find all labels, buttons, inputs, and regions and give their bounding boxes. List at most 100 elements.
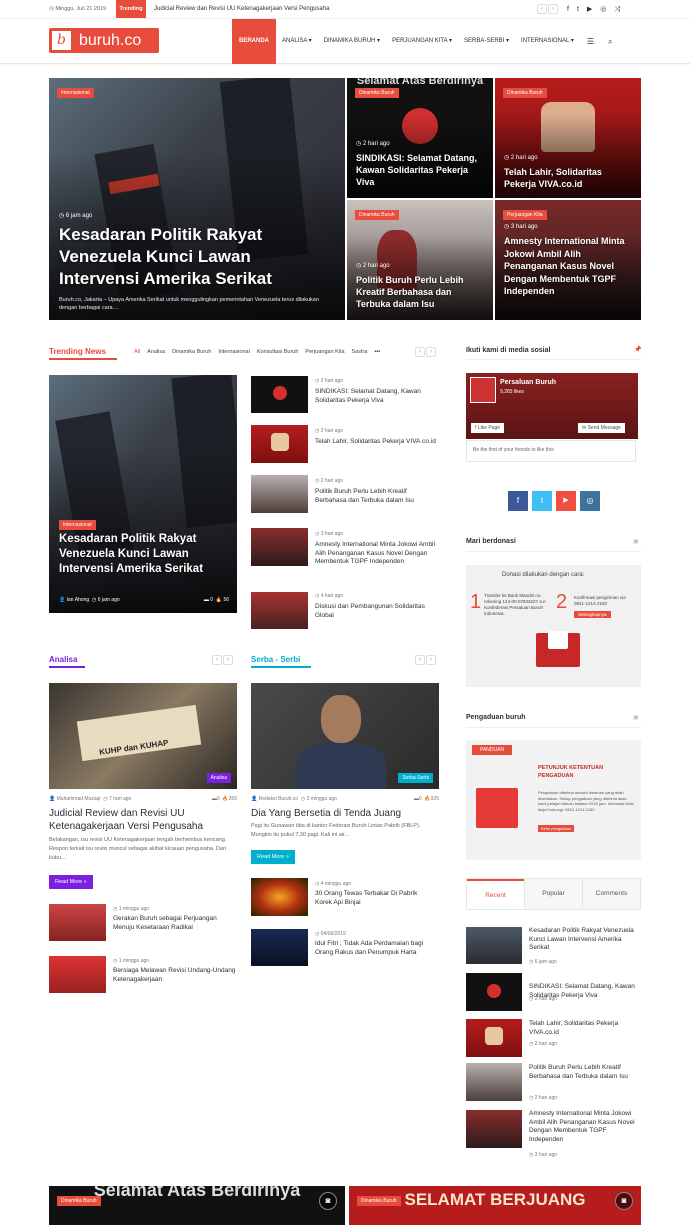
author-name[interactable]: Muhammad Muzaqi	[57, 796, 101, 802]
camera-icon[interactable]: ◙	[319, 1192, 337, 1210]
youtube-icon[interactable]: ▶	[587, 6, 600, 13]
list-thumbnail[interactable]	[466, 1110, 522, 1148]
article-title[interactable]: Politik Buruh Perlu Lebih Kreatif Berbah…	[315, 488, 437, 505]
category-badge[interactable]: Serba-Serbi	[398, 773, 433, 783]
chevron-right-icon[interactable]: ›	[548, 4, 558, 14]
facebook-icon[interactable]: f	[508, 491, 528, 511]
nav-dinamika-buruh[interactable]: DINAMIKA BURUH ▾	[318, 19, 386, 64]
chevron-right-icon[interactable]: ›	[426, 347, 436, 357]
list-thumbnail[interactable]	[251, 475, 308, 513]
nav-analisa[interactable]: ANALISA ▾	[276, 19, 318, 64]
random-icon[interactable]: ⤨	[614, 6, 628, 13]
category-badge[interactable]: Internasional	[59, 520, 96, 530]
list-thumbnail[interactable]	[49, 956, 106, 993]
read-more-button[interactable]: Read More »	[251, 850, 295, 864]
facebook-page-widget[interactable]: Persaluan Buruh 9,283 likes f Like Page …	[466, 373, 638, 439]
chevron-left-icon[interactable]: ‹	[415, 655, 425, 665]
list-thumbnail[interactable]	[49, 904, 106, 941]
tab-dinamika-buruh[interactable]: Dinamika Buruh	[172, 349, 211, 355]
list-thumbnail[interactable]	[251, 878, 308, 916]
list-thumbnail[interactable]	[466, 1063, 522, 1101]
list-thumbnail[interactable]	[251, 592, 308, 629]
author-name[interactable]: Redaksi Buruh.co	[259, 796, 298, 802]
search-icon[interactable]: ⌕	[601, 19, 619, 64]
hero-tile-1[interactable]: Selamat Atas Berdirinya Dinamika Buruh ◷…	[347, 78, 493, 198]
chevron-right-icon[interactable]: ›	[426, 655, 436, 665]
twitter-icon[interactable]: t	[532, 491, 552, 511]
article-title[interactable]: Kesadaran Politik Rakyat Venezuela Kunci…	[59, 224, 329, 290]
article-title[interactable]: Kesadaran Politik Rakyat Venezuela Kunci…	[59, 532, 234, 577]
article-title[interactable]: Gerakan Buruh sebagai Perjuangan Menuju …	[113, 915, 233, 932]
article-title[interactable]: Telah Lahir, Solidaritas Pekerja VIVA.co…	[529, 1020, 641, 1037]
article-title[interactable]: 30 Orang Tewas Terbakar Di Pabrik Korek …	[315, 890, 435, 907]
tab-perjuangan-kita[interactable]: Perjuangan Kita	[305, 349, 344, 355]
article-title[interactable]: Politik Buruh Perlu Lebih Kreatif Berbah…	[529, 1064, 641, 1081]
article-title[interactable]: SINDIKASI: Selamat Datang, Kawan Solidar…	[356, 152, 486, 188]
author-name[interactable]: Ian Ahong	[67, 597, 90, 603]
list-thumbnail[interactable]	[466, 973, 522, 1011]
category-badge[interactable]: Dinamika Buruh	[355, 210, 399, 220]
category-badge[interactable]: Dinamika Buruh	[57, 1196, 101, 1206]
category-badge[interactable]: Internasional	[57, 88, 94, 98]
article-title[interactable]: Dia Yang Bersetia di Tenda Juang	[251, 807, 439, 820]
complaint-banner[interactable]: PANDUAN PETUNJUK KETENTUAN PENGADUAN Peng…	[466, 740, 641, 860]
article-title[interactable]: Amnesty International Minta Jokowi Ambil…	[504, 235, 636, 298]
category-badge[interactable]: Perjuangan Kita	[503, 210, 547, 220]
tab-recent[interactable]: Recent	[467, 879, 524, 909]
hero-tile-4[interactable]: Perjuangan Kita ◷ 3 hari ago Amnesty Int…	[495, 200, 641, 320]
article-title[interactable]: Politik Buruh Perlu Lebih Kreatif Berbah…	[356, 274, 486, 310]
category-badge[interactable]: Dinamika Buruh	[503, 88, 547, 98]
menu-icon[interactable]: ☰	[580, 19, 601, 64]
article-title[interactable]: Amnesty International Minta Jokowi Ambil…	[529, 1110, 641, 1144]
nav-beranda[interactable]: BERANDA	[232, 19, 276, 64]
list-thumbnail[interactable]	[466, 927, 522, 964]
article-title[interactable]: Kesadaran Politik Rakyat Venezuela Kunci…	[529, 927, 639, 953]
breaking-ticker[interactable]: Judicial Review dan Revisi UU Ketenagake…	[154, 6, 329, 12]
serba-heading[interactable]: Serba - Serbi	[251, 655, 300, 664]
category-badge[interactable]: Dinamika Buruh	[357, 1196, 401, 1206]
more-tabs-icon[interactable]: •••	[374, 349, 380, 355]
nav-internasional[interactable]: INTERNASIONAL ▾	[515, 19, 580, 64]
serba-main-image[interactable]: Serba-Serbi	[251, 683, 439, 789]
article-title[interactable]: Diskusi dan Pembangunan Solidaritas Glob…	[315, 603, 437, 620]
youtube-icon[interactable]: ▶	[556, 491, 576, 511]
hero-main-article[interactable]: Internasional ◷ 6 jam ago Kesadaran Poli…	[49, 78, 345, 320]
list-thumbnail[interactable]	[466, 1019, 522, 1057]
article-title[interactable]: Idul Fitri ; Tidak Ada Perdamaian bagi O…	[315, 940, 439, 957]
list-thumbnail[interactable]	[251, 376, 308, 413]
site-logo[interactable]: b buruh.co	[49, 28, 159, 53]
tab-popular[interactable]: Popular	[524, 879, 582, 909]
nav-serba-serbi[interactable]: SERBA-SERBI ▾	[458, 19, 515, 64]
chevron-left-icon[interactable]: ‹	[212, 655, 222, 665]
donate-banner[interactable]: Donasi dilakukan dengan cara: 1 Transfer…	[466, 565, 641, 687]
bottom-tile-1[interactable]: Selamat Atas Berdirinya Dinamika Buruh ◙	[49, 1186, 345, 1225]
chevron-right-icon[interactable]: ›	[223, 655, 233, 665]
nav-perjuangan-kita[interactable]: PERJUANGAN KITA ▾	[386, 19, 458, 64]
tab-comments[interactable]: Comments	[582, 879, 640, 909]
tab-all[interactable]: All	[134, 349, 140, 355]
article-title[interactable]: Bersiaga Melawan Revisi Undang-Undang Ke…	[113, 967, 237, 984]
hero-tile-3[interactable]: Dinamika Buruh ◷ 2 hari ago Politik Buru…	[347, 200, 493, 320]
category-badge[interactable]: Analisa	[206, 773, 231, 783]
analisa-heading[interactable]: Analisa	[49, 655, 77, 664]
facebook-icon[interactable]: f	[567, 6, 577, 13]
read-more-button[interactable]: Read More »	[49, 875, 93, 889]
category-badge[interactable]: Dinamika Buruh	[355, 88, 399, 98]
article-title[interactable]: SINDIKASI: Selamat Datang, Kawan Solidar…	[315, 388, 437, 405]
analisa-main-image[interactable]: KUHP dan KUHAP Analisa	[49, 683, 237, 789]
article-title[interactable]: Judicial Review dan Revisi UU Ketenagake…	[49, 807, 239, 833]
hero-tile-2[interactable]: Dinamika Buruh ◷ 2 hari ago Telah Lahir,…	[495, 78, 641, 198]
tab-sastra[interactable]: Sastra	[352, 349, 368, 355]
list-thumbnail[interactable]	[251, 929, 308, 966]
fb-page-name[interactable]: Persaluan Buruh	[500, 379, 556, 386]
fb-message-button[interactable]: ✉ Send Message	[578, 423, 625, 433]
list-thumbnail[interactable]	[251, 528, 308, 566]
tab-internasional[interactable]: Internasional	[218, 349, 250, 355]
instagram-icon[interactable]: ◎	[600, 6, 614, 13]
bottom-tile-2[interactable]: SELAMAT BERJUANG Dinamika Buruh ◙	[349, 1186, 641, 1225]
fb-like-button[interactable]: f Like Page	[471, 423, 505, 433]
article-title[interactable]: Telah Lahir, Solidaritas Pekerja VIVA.co…	[504, 166, 634, 190]
chevron-left-icon[interactable]: ‹	[415, 347, 425, 357]
camera-icon[interactable]: ◙	[615, 1192, 633, 1210]
article-title[interactable]: Amnesty International Minta Jokowi Ambil…	[315, 541, 437, 567]
